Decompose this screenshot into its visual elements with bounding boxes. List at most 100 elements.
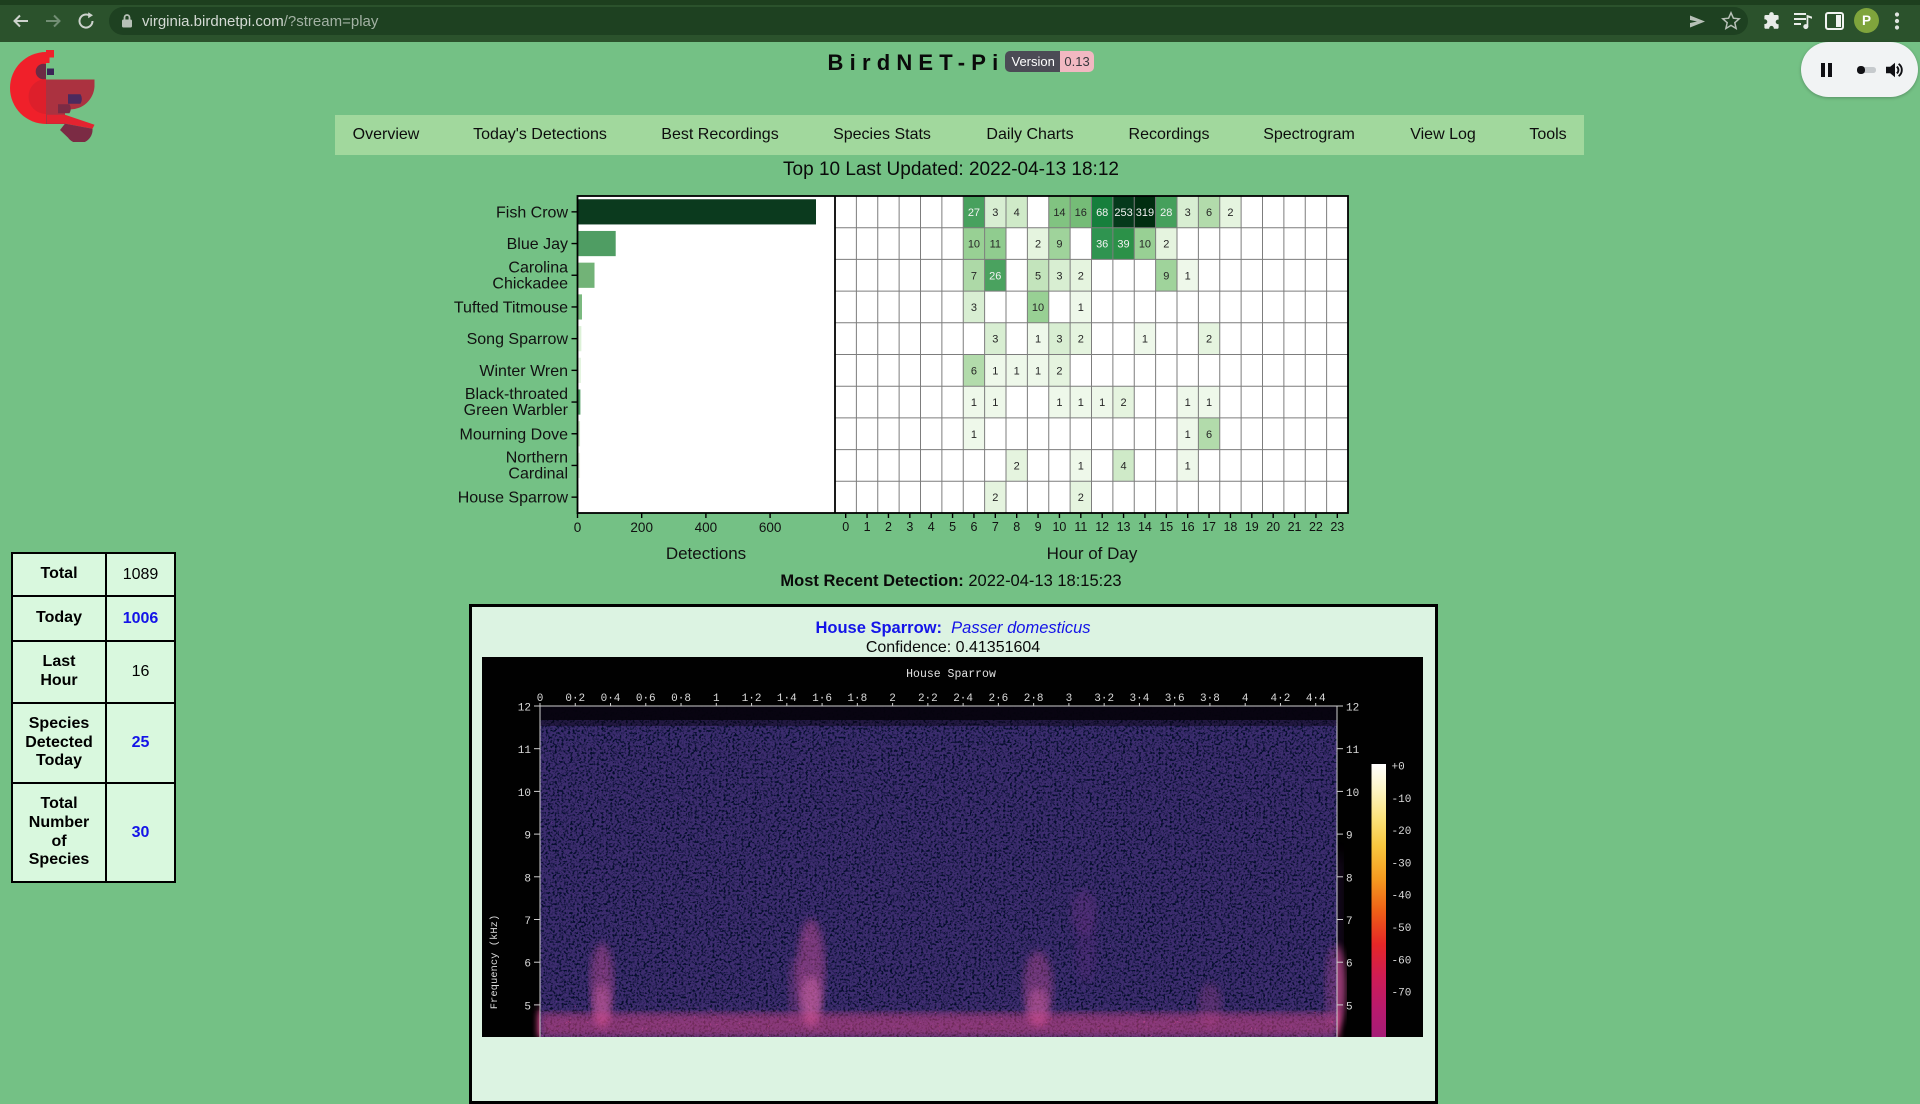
svg-text:2: 2 (1120, 397, 1126, 409)
svg-text:10: 10 (968, 239, 980, 251)
svg-text:Mourning Dove: Mourning Dove (460, 426, 569, 443)
svg-text:200: 200 (630, 520, 653, 535)
svg-text:Frequency (kHz): Frequency (kHz) (489, 915, 501, 1010)
svg-text:14: 14 (1053, 207, 1065, 219)
svg-text:5: 5 (1346, 1001, 1353, 1013)
svg-text:21: 21 (1288, 520, 1302, 534)
svg-text:2: 2 (1227, 207, 1233, 219)
svg-text:1: 1 (1206, 397, 1212, 409)
svg-text:28: 28 (1160, 207, 1172, 219)
svg-text:2: 2 (1078, 270, 1084, 282)
svg-text:20: 20 (1266, 520, 1280, 534)
svg-text:12: 12 (1346, 703, 1359, 715)
svg-text:14: 14 (1138, 520, 1152, 534)
svg-text:6: 6 (1346, 959, 1353, 971)
svg-text:-60: -60 (1392, 955, 1412, 967)
svg-text:11: 11 (518, 745, 532, 757)
svg-text:3: 3 (992, 334, 998, 346)
svg-text:-20: -20 (1392, 826, 1412, 838)
svg-text:11: 11 (1074, 520, 1087, 534)
svg-text:2: 2 (885, 520, 892, 534)
svg-text:3: 3 (1185, 207, 1191, 219)
svg-text:3: 3 (971, 302, 977, 314)
svg-text:1: 1 (1056, 397, 1062, 409)
svg-text:Winter Wren: Winter Wren (479, 363, 568, 380)
svg-text:3: 3 (906, 520, 913, 534)
svg-text:253: 253 (1114, 207, 1132, 219)
svg-text:1: 1 (1078, 397, 1084, 409)
svg-text:6: 6 (1206, 429, 1212, 441)
svg-text:1: 1 (971, 429, 977, 441)
svg-text:8: 8 (1346, 873, 1353, 885)
svg-text:-10: -10 (1392, 794, 1412, 806)
svg-text:1: 1 (1185, 270, 1191, 282)
svg-text:Chickadee: Chickadee (492, 275, 568, 292)
svg-text:6: 6 (970, 520, 977, 534)
svg-text:9: 9 (1056, 239, 1062, 251)
svg-text:10: 10 (1032, 302, 1044, 314)
svg-text:4: 4 (928, 520, 935, 534)
svg-text:7: 7 (524, 916, 531, 928)
svg-text:2: 2 (1056, 365, 1062, 377)
svg-text:9: 9 (524, 831, 531, 843)
svg-text:3: 3 (1056, 334, 1062, 346)
svg-text:16: 16 (1075, 207, 1087, 219)
svg-text:1: 1 (1035, 365, 1041, 377)
svg-text:1: 1 (971, 397, 977, 409)
svg-text:26: 26 (989, 270, 1001, 282)
svg-text:11: 11 (1346, 745, 1360, 757)
svg-text:7: 7 (971, 270, 977, 282)
svg-text:0: 0 (574, 520, 582, 535)
svg-text:1: 1 (1035, 334, 1041, 346)
svg-text:House Sparrow: House Sparrow (906, 668, 996, 681)
svg-text:16: 16 (1181, 520, 1195, 534)
svg-text:Tufted Titmouse: Tufted Titmouse (454, 299, 568, 316)
svg-text:-30: -30 (1392, 858, 1412, 870)
svg-text:Cardinal: Cardinal (508, 465, 568, 482)
svg-text:4: 4 (1120, 460, 1126, 472)
svg-text:Fish Crow: Fish Crow (496, 204, 568, 221)
svg-text:Northern: Northern (506, 449, 568, 466)
svg-text:1: 1 (992, 365, 998, 377)
svg-text:1: 1 (1078, 302, 1084, 314)
svg-text:Detections: Detections (666, 544, 746, 563)
svg-text:5: 5 (524, 1001, 531, 1013)
svg-text:11: 11 (990, 239, 1001, 251)
svg-text:15: 15 (1159, 520, 1173, 534)
svg-text:319: 319 (1136, 207, 1154, 219)
svg-text:9: 9 (1035, 520, 1042, 534)
svg-text:23: 23 (1330, 520, 1344, 534)
svg-text:2: 2 (1014, 460, 1020, 472)
svg-text:2: 2 (1163, 239, 1169, 251)
svg-text:5: 5 (1035, 270, 1041, 282)
svg-text:68: 68 (1096, 207, 1108, 219)
svg-text:1: 1 (1142, 334, 1148, 346)
svg-text:1: 1 (1185, 460, 1191, 472)
svg-text:-50: -50 (1392, 923, 1412, 935)
svg-text:1: 1 (1185, 397, 1191, 409)
svg-text:Green Warbler: Green Warbler (464, 402, 569, 419)
svg-text:10: 10 (518, 788, 531, 800)
svg-text:1: 1 (1078, 460, 1084, 472)
svg-text:2: 2 (1035, 239, 1041, 251)
svg-text:-40: -40 (1392, 891, 1412, 903)
svg-text:12: 12 (518, 703, 531, 715)
svg-text:10: 10 (1139, 239, 1151, 251)
svg-text:6: 6 (524, 959, 531, 971)
svg-text:Carolina: Carolina (508, 259, 568, 276)
svg-text:27: 27 (968, 207, 980, 219)
svg-text:1: 1 (864, 520, 871, 534)
svg-text:1: 1 (1099, 397, 1105, 409)
svg-text:17: 17 (1202, 520, 1216, 534)
svg-text:10: 10 (1346, 788, 1359, 800)
svg-text:2: 2 (1206, 334, 1212, 346)
svg-text:600: 600 (759, 520, 782, 535)
svg-text:+0: +0 (1392, 762, 1405, 774)
svg-text:Blue Jay: Blue Jay (507, 236, 568, 253)
svg-text:13: 13 (1117, 520, 1131, 534)
svg-text:8: 8 (1013, 520, 1020, 534)
svg-text:4: 4 (1014, 207, 1020, 219)
svg-text:Black-throated: Black-throated (465, 386, 568, 403)
svg-text:Song Sparrow: Song Sparrow (467, 331, 569, 348)
svg-text:400: 400 (695, 520, 718, 535)
